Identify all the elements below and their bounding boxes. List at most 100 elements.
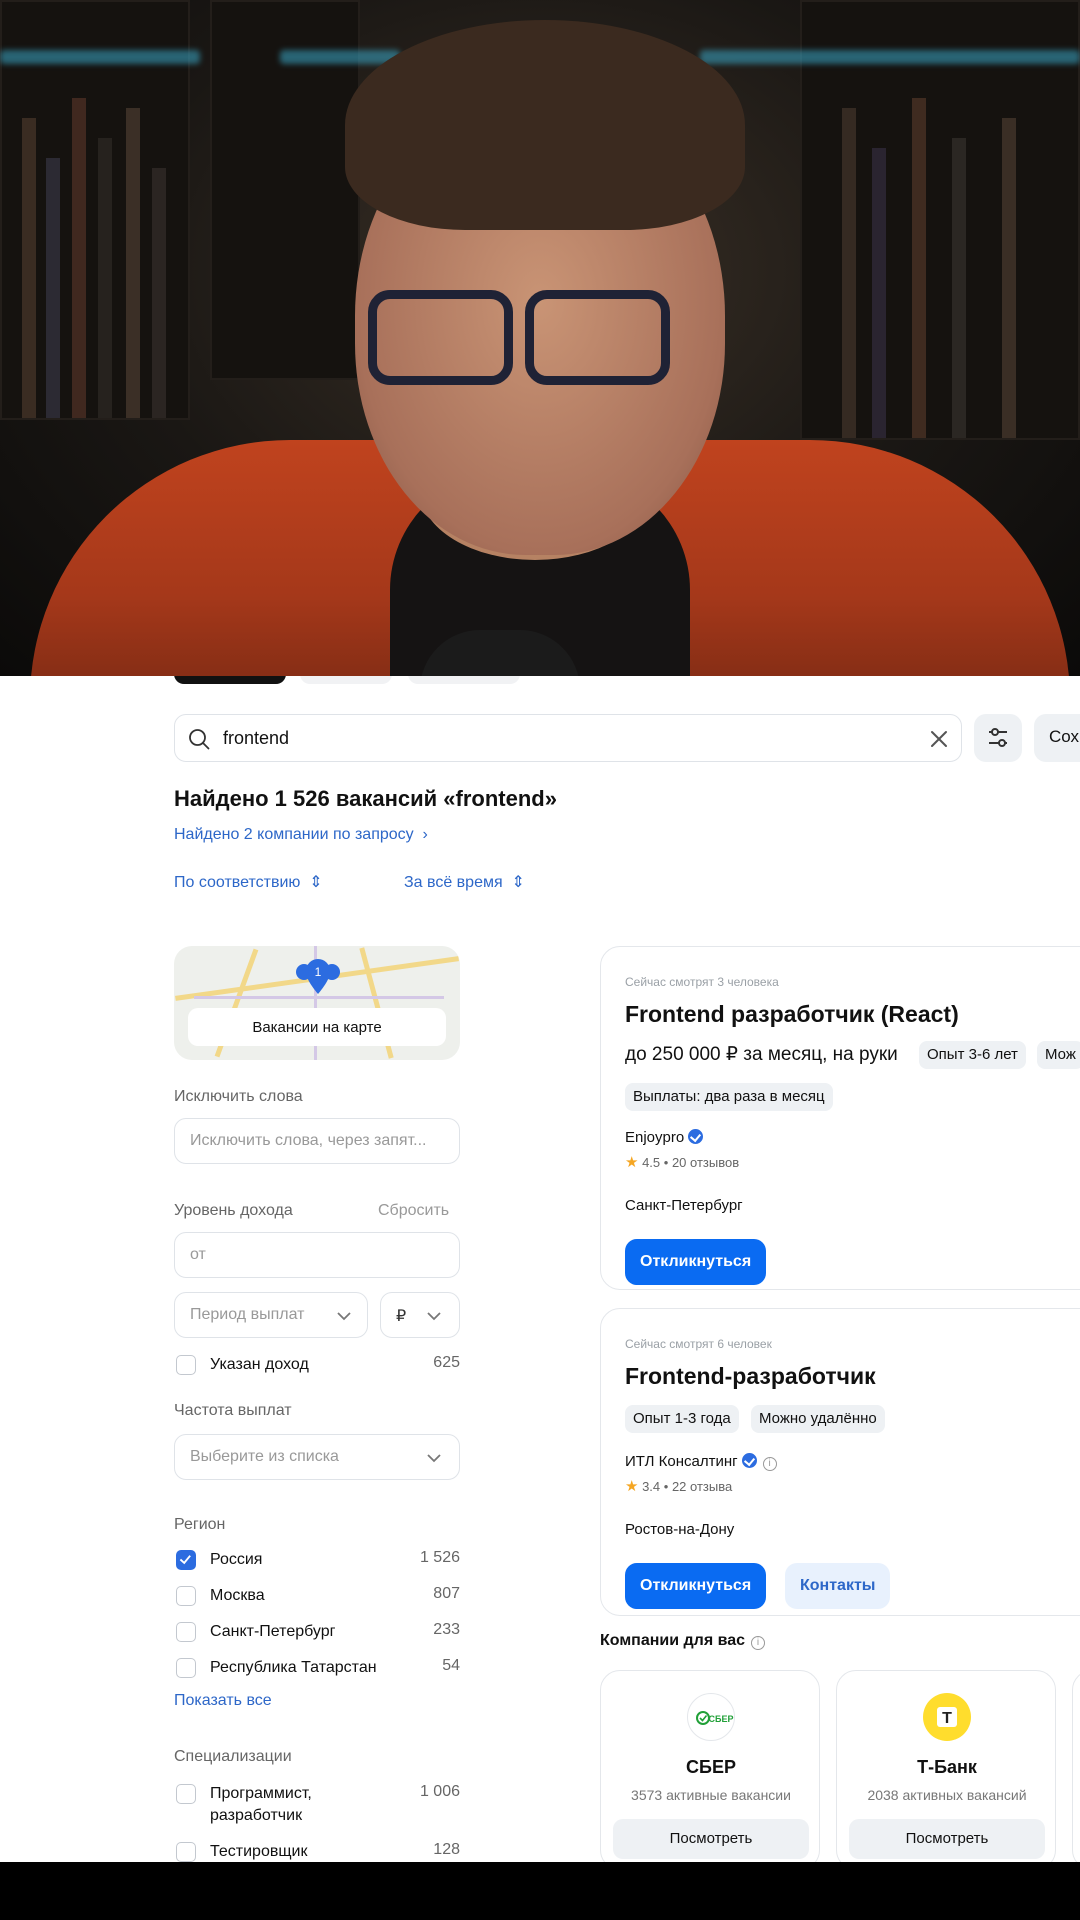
- apply-button[interactable]: Откликнуться: [625, 1239, 767, 1285]
- glasses-left-lens: [368, 290, 513, 385]
- view-company-button[interactable]: Посмотреть: [613, 1819, 809, 1859]
- company-card-sber[interactable]: СБЕР СБЕР 3573 активные вакансии Посмотр…: [600, 1670, 820, 1862]
- company-rating: ★ 3.4 • 22 отзыва: [625, 1478, 733, 1495]
- company-vacancy-count: 3573 активные вакансии: [631, 1787, 791, 1803]
- tab-active[interactable]: [174, 676, 286, 684]
- save-search-button[interactable]: Сох: [1034, 714, 1080, 762]
- search-icon: [189, 729, 210, 750]
- glasses-right-lens: [525, 290, 670, 385]
- map-card[interactable]: 1 Вакансии на карте: [174, 946, 460, 1060]
- info-icon[interactable]: i: [751, 1636, 766, 1650]
- apply-button[interactable]: Откликнуться: [625, 1563, 767, 1609]
- chevron-down-icon: [427, 1454, 441, 1463]
- filter-settings-button[interactable]: [974, 714, 1022, 762]
- experience-tag: Опыт 1-3 года: [625, 1405, 739, 1433]
- svg-text:1: 1: [315, 965, 322, 979]
- company-rating: ★ 4.5 • 20 отзывов: [625, 1154, 740, 1171]
- company-vacancy-count: 2038 активных вакансий: [867, 1787, 1027, 1803]
- hh-badge-icon: i: [762, 1457, 777, 1471]
- vacancy-card[interactable]: Сейчас смотрят 3 человека Frontend разра…: [600, 946, 1080, 1290]
- vacancy-city: Санкт-Петербург: [625, 1197, 743, 1214]
- companies-section-title: Компании для вас i: [600, 1632, 766, 1650]
- income-reset-link[interactable]: Сбросить: [378, 1202, 449, 1220]
- map-label: Вакансии на карте: [188, 1008, 446, 1046]
- shelf-light: [0, 50, 200, 64]
- star-icon: ★: [625, 1478, 639, 1495]
- checkbox-checked[interactable]: [176, 1550, 196, 1570]
- map-line: [194, 996, 444, 999]
- region-label: Регион: [174, 1516, 226, 1533]
- contacts-button[interactable]: Контакты: [785, 1563, 891, 1609]
- checkbox[interactable]: [176, 1622, 196, 1642]
- tab[interactable]: [408, 676, 520, 684]
- chevron-down-icon: [427, 1312, 441, 1321]
- company-card-partial[interactable]: [1072, 1670, 1080, 1862]
- shelf-light: [280, 50, 400, 64]
- company-name[interactable]: ИТЛ Консалтинг i: [625, 1453, 777, 1471]
- svg-text:СБЕР: СБЕР: [709, 1714, 734, 1724]
- exclude-words-label: Исключить слова: [174, 1088, 303, 1105]
- checkbox[interactable]: [176, 1842, 196, 1862]
- checkbox[interactable]: [176, 1586, 196, 1606]
- vacancy-card[interactable]: Сейчас смотрят 6 человек Frontend-разраб…: [600, 1308, 1080, 1616]
- remote-tag: Можно удалённо: [751, 1405, 885, 1433]
- company-card-tbank[interactable]: Т Т-Банк 2038 активных вакансий Посмотре…: [836, 1670, 1056, 1862]
- star-icon: ★: [625, 1154, 639, 1171]
- tab[interactable]: [300, 676, 392, 684]
- company-name: СБЕР: [686, 1757, 736, 1777]
- svg-text:Т: Т: [942, 1710, 952, 1727]
- results-title: Найдено 1 526 вакансий «frontend»: [174, 786, 557, 811]
- spec-programmer[interactable]: Программист, разработчик 1 006: [174, 1782, 460, 1826]
- checkbox[interactable]: [176, 1658, 196, 1678]
- sliders-icon: [989, 728, 1007, 747]
- chevron-right-icon: ›: [418, 826, 428, 843]
- video-letterbox-bar: [0, 1862, 1080, 1920]
- income-specified-checkbox[interactable]: Указан доход 625: [174, 1353, 460, 1377]
- vacancy-city: Ростов-на-Дону: [625, 1521, 735, 1538]
- chevron-updown-icon: ⇕: [304, 874, 323, 891]
- spec-tester[interactable]: Тестировщик 128: [174, 1840, 460, 1862]
- chevron-down-icon: [337, 1312, 351, 1321]
- vacancy-title[interactable]: Frontend-разработчик: [625, 1363, 876, 1390]
- region-spb[interactable]: Санкт-Петербург 233: [174, 1620, 460, 1644]
- watching-count: Сейчас смотрят 6 человек: [625, 1337, 772, 1351]
- company-name[interactable]: Enjoypro: [625, 1129, 704, 1146]
- vacancy-title[interactable]: Frontend разработчик (React): [625, 1001, 959, 1028]
- tbank-logo-icon: Т: [923, 1693, 971, 1741]
- search-query: frontend: [223, 728, 290, 748]
- verified-icon: [688, 1129, 704, 1144]
- vacancy-salary: до 250 000 ₽ за месяц, на руки: [625, 1044, 898, 1065]
- check-icon: [179, 1555, 191, 1565]
- search-input[interactable]: frontend: [174, 714, 962, 762]
- job-search-page: frontend Сох Найдено 1 526 вакансий «fro…: [0, 676, 1080, 1862]
- view-company-button[interactable]: Посмотреть: [849, 1819, 1045, 1859]
- income-label: Уровень дохода: [174, 1202, 293, 1219]
- region-tatarstan[interactable]: Республика Татарстан 54: [174, 1656, 460, 1680]
- show-all-regions-link[interactable]: Показать все: [174, 1692, 272, 1710]
- specializations-label: Специализации: [174, 1748, 292, 1765]
- frequency-select[interactable]: Выберите из списка: [174, 1434, 460, 1480]
- sort-period-dropdown[interactable]: За всё время ⇕: [404, 872, 525, 892]
- close-icon[interactable]: [927, 727, 951, 751]
- remote-tag: Мож: [1037, 1041, 1080, 1069]
- watching-count: Сейчас смотрят 3 человека: [625, 975, 779, 989]
- companies-found-link[interactable]: Найдено 2 компании по запросу ›: [174, 826, 428, 844]
- region-russia[interactable]: Россия 1 526: [174, 1548, 460, 1572]
- sort-relevance-dropdown[interactable]: По соответствию ⇕: [174, 872, 323, 892]
- chevron-updown-icon: ⇕: [507, 874, 525, 891]
- company-name: Т-Банк: [917, 1757, 977, 1777]
- exclude-words-input[interactable]: Исключить слова, через запят...: [174, 1118, 460, 1164]
- map-pin-icon: 1: [296, 959, 340, 994]
- checkbox[interactable]: [176, 1784, 196, 1804]
- person-hair: [345, 20, 745, 230]
- currency-select[interactable]: ₽: [380, 1292, 460, 1338]
- payout-tag: Выплаты: два раза в месяц: [625, 1083, 833, 1111]
- bookshelf: [800, 0, 1080, 440]
- payment-period-select[interactable]: Период выплат: [174, 1292, 368, 1338]
- sber-logo-icon: СБЕР: [687, 1693, 735, 1741]
- shelf-light: [700, 50, 1080, 64]
- income-from-input[interactable]: от: [174, 1232, 460, 1278]
- region-moscow[interactable]: Москва 807: [174, 1584, 460, 1608]
- checkbox[interactable]: [176, 1355, 196, 1375]
- webcam-overlay: [0, 0, 1080, 676]
